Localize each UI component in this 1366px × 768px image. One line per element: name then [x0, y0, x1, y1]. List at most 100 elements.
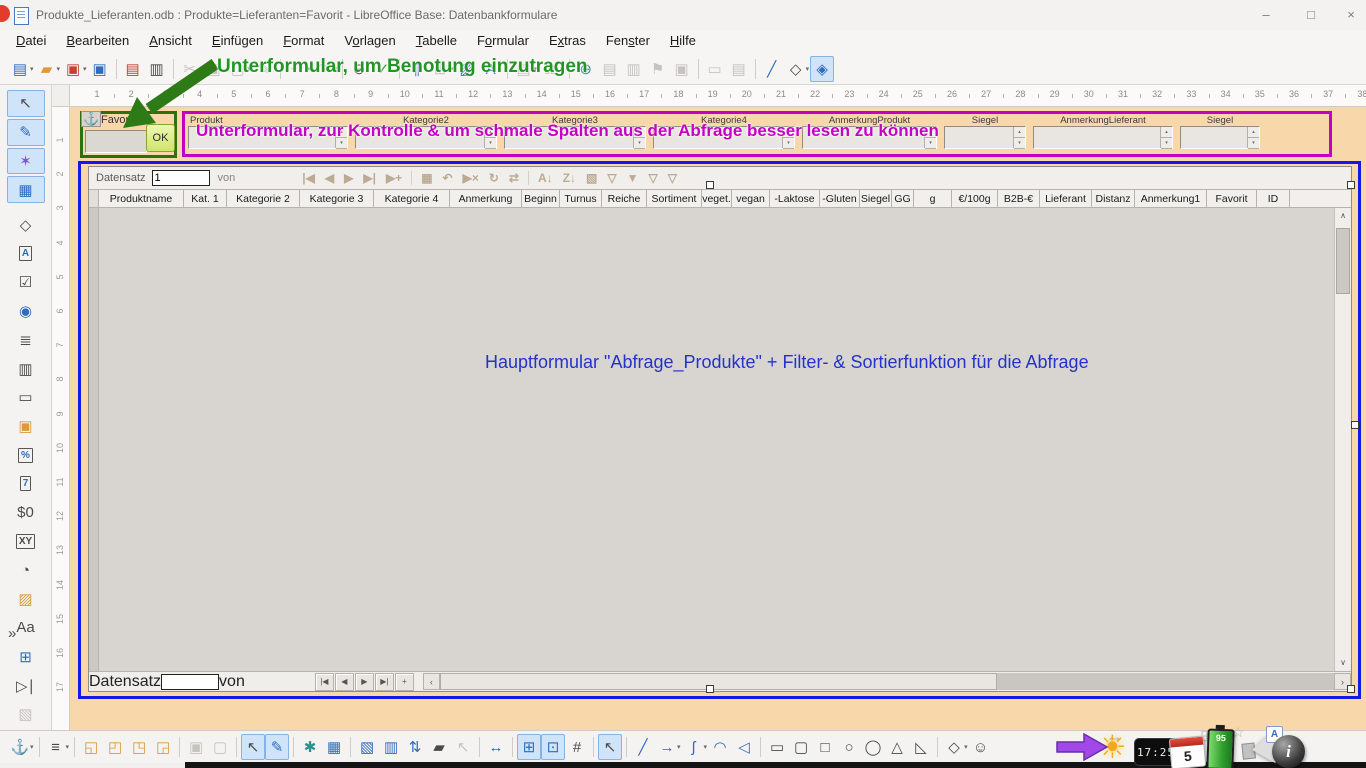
grid-empty-area[interactable] — [99, 208, 1334, 671]
spin-down-icon[interactable]: ▾ — [1161, 138, 1172, 149]
form-properties-icon[interactable]: ▦ — [7, 176, 45, 203]
bring-to-front-icon[interactable]: ◱ — [79, 734, 103, 760]
new-document-icon-dropdown[interactable]: ▾ — [30, 65, 34, 73]
column-header-gg[interactable]: GG — [892, 190, 914, 207]
select-icon[interactable]: ↖ — [241, 734, 265, 760]
bookmark-flag-icon[interactable]: ⚑ — [646, 56, 670, 82]
list-box-icon[interactable]: ≣ — [7, 326, 45, 353]
more-controls-icon[interactable]: ▧ — [7, 701, 45, 728]
form-filter-icon[interactable]: ▽ — [648, 171, 657, 185]
pattern-field-icon[interactable]: XY — [7, 528, 45, 555]
bring-forward-icon[interactable]: ◰ — [103, 734, 127, 760]
insert-header-icon[interactable]: ▤ — [598, 56, 622, 82]
menu-datei[interactable]: Datei — [6, 30, 56, 51]
curve-icon[interactable]: ʃ — [682, 734, 706, 760]
battery-widget[interactable]: 95 — [1206, 729, 1234, 768]
form-design-canvas[interactable]: ⚓ Favorit OK Produkt▴▾Kategorie2▴▾Katego… — [70, 107, 1366, 730]
undo-entry-icon[interactable]: ↶ — [443, 171, 453, 185]
selection-handle-right-middle[interactable] — [1351, 421, 1359, 429]
refresh-control-icon[interactable]: ⇄ — [509, 171, 519, 185]
select-arrow-icon[interactable]: ↖ — [598, 734, 622, 760]
prev-record-icon[interactable]: ◀ — [325, 171, 334, 185]
column-header--100g[interactable]: €/100g — [952, 190, 998, 207]
menu-bearbeiten[interactable]: Bearbeiten — [56, 30, 139, 51]
selection-handle-top-right[interactable] — [1347, 181, 1355, 189]
spin-up-icon[interactable]: ▴ — [1161, 127, 1172, 138]
display-grid-icon[interactable]: ⊞ — [517, 734, 541, 760]
combo-field[interactable]: ▴▾ — [1180, 126, 1260, 149]
polygon-icon[interactable]: ◁ — [732, 734, 756, 760]
push-button-icon[interactable]: ▭ — [7, 384, 45, 411]
activation-order-icon[interactable]: ⇅ — [403, 734, 427, 760]
sort-dialog-icon[interactable]: ▧ — [586, 171, 597, 185]
group-icon[interactable]: ▣ — [184, 734, 208, 760]
ungroup-icon[interactable]: ▢ — [208, 734, 232, 760]
add-field-icon[interactable]: ▥ — [379, 734, 403, 760]
minimize-button[interactable]: – — [1251, 5, 1281, 25]
column-header-turnus[interactable]: Turnus — [560, 190, 602, 207]
column-header-anmerkung[interactable]: Anmerkung — [450, 190, 522, 207]
info-widget[interactable]: i — [1272, 735, 1305, 768]
record-number-input-bottom[interactable] — [161, 674, 219, 690]
toolbar-overflow-chevron[interactable]: » — [8, 625, 16, 642]
column-header-anmerkung1[interactable]: Anmerkung1 — [1135, 190, 1207, 207]
send-backward-icon[interactable]: ◳ — [127, 734, 151, 760]
scroll-down-icon[interactable]: ∨ — [1335, 655, 1351, 671]
align-objects-icon[interactable]: ≡ — [44, 734, 68, 760]
open-in-design-mode-icon[interactable]: ▰ — [427, 734, 451, 760]
cross-reference-icon[interactable]: ▣ — [670, 56, 694, 82]
square-icon[interactable]: □ — [813, 734, 837, 760]
open-folder-icon[interactable]: ▰ — [35, 56, 59, 82]
menu-vorlagen[interactable]: Vorlagen — [334, 30, 405, 51]
helplines-icon[interactable]: # — [565, 734, 589, 760]
spin-buttons[interactable]: ▴▾ — [1160, 127, 1172, 148]
column-header-produktname[interactable]: Produktname — [99, 190, 184, 207]
menu-format[interactable]: Format — [273, 30, 334, 51]
save-icon-dropdown[interactable]: ▾ — [83, 65, 87, 73]
new-record-icon[interactable]: + — [395, 673, 414, 691]
column-header-reiche[interactable]: Reiche — [602, 190, 647, 207]
circle-icon[interactable]: ◯ — [861, 734, 885, 760]
date-field-icon[interactable]: 7 — [7, 471, 45, 498]
arrow-icon[interactable]: → — [655, 734, 679, 760]
column-header-sortiment[interactable]: Sortiment — [647, 190, 702, 207]
autofilter-icon[interactable]: ▽ — [607, 171, 616, 185]
insert-footer-icon[interactable]: ▥ — [622, 56, 646, 82]
scroll-left-icon[interactable]: ‹ — [423, 673, 440, 690]
spin-up-icon[interactable]: ▴ — [1248, 127, 1259, 138]
combo-box-icon[interactable]: ▥ — [7, 355, 45, 382]
maximize-button[interactable]: □ — [1296, 5, 1326, 25]
delete-record-icon[interactable]: ▶× — [463, 171, 479, 185]
calendar-widget[interactable]: 5 — [1169, 736, 1207, 768]
column-header-kat-1[interactable]: Kat. 1 — [184, 190, 227, 207]
sort-ascending-icon[interactable]: A↓ — [538, 171, 553, 185]
vertical-ruler[interactable]: 1234567891011121314151617 — [52, 107, 70, 730]
scroll-up-icon[interactable]: ∧ — [1335, 208, 1351, 224]
arrow-icon-dropdown[interactable]: ▾ — [677, 743, 681, 751]
new-record-icon[interactable]: ▶+ — [386, 171, 402, 185]
record-number-input[interactable] — [152, 170, 210, 186]
last-record-icon[interactable]: ▶| — [363, 171, 376, 185]
column-header-beginn[interactable]: Beginn — [522, 190, 560, 207]
new-document-icon[interactable]: ▤ — [8, 56, 32, 82]
column-header-g[interactable]: g — [914, 190, 952, 207]
last-record-icon[interactable]: ▶| — [375, 673, 394, 691]
sort-descending-icon[interactable]: Z↓ — [563, 171, 576, 185]
first-record-icon[interactable]: |◀ — [315, 673, 334, 691]
formatted-field-icon[interactable]: % — [7, 442, 45, 469]
arc-icon[interactable]: ◠ — [708, 734, 732, 760]
menu-fenster[interactable]: Fenster — [596, 30, 660, 51]
menu-ansicht[interactable]: Ansicht — [139, 30, 202, 51]
horizontal-scroll-thumb[interactable] — [440, 673, 997, 690]
show-draw-functions-icon[interactable]: ◈ — [810, 56, 834, 82]
control-properties-icon[interactable]: ✱ — [298, 734, 322, 760]
right-triangle-icon[interactable]: ◺ — [909, 734, 933, 760]
column-header-vegan[interactable]: vegan — [732, 190, 770, 207]
column-header-veget-[interactable]: veget. — [702, 190, 732, 207]
main-form-box[interactable]: Datensatz von |◀◀▶▶|▶+▦↶▶×↻⇄A↓Z↓▧▽▼▽▽ Pr… — [78, 161, 1361, 699]
spin-down-icon[interactable]: ▾ — [1014, 138, 1025, 149]
navigation-bar-icon[interactable]: ▷∣ — [7, 672, 45, 699]
selection-handle-top-center[interactable] — [706, 181, 714, 189]
purple-arrow-widget[interactable] — [1056, 732, 1110, 762]
menu-extras[interactable]: Extras — [539, 30, 596, 51]
